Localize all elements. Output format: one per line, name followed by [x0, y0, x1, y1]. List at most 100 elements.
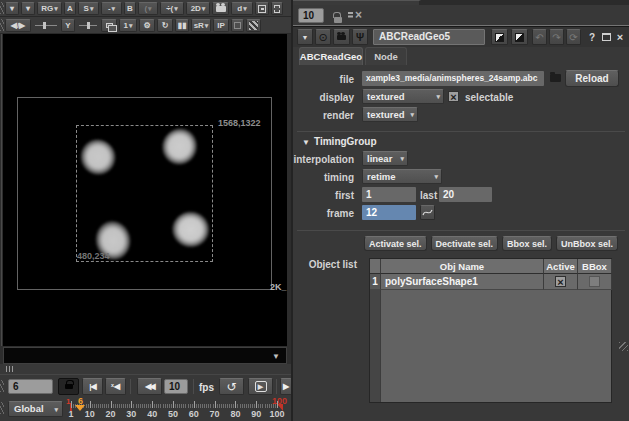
step-back-button[interactable]: ◀◀: [137, 378, 162, 395]
buffer-a-mode-dropdown[interactable]: S▾: [78, 2, 99, 15]
clear-panels-icon[interactable]: ×: [355, 8, 362, 22]
first-frame-input[interactable]: 1: [362, 187, 416, 202]
dropdown-icon[interactable]: ▾: [21, 2, 35, 15]
activate-sel-button[interactable]: Activate sel.: [364, 236, 427, 251]
mask-toggle-icon[interactable]: [231, 19, 244, 32]
bbox-checkbox[interactable]: [589, 276, 600, 287]
downrez-dropdown[interactable]: d▾: [231, 2, 253, 15]
table-row[interactable]: 1polySurfaceShape1 ×: [370, 274, 611, 290]
buffer-a-button[interactable]: A: [64, 2, 76, 15]
wipe-mode-dropdown[interactable]: -▾: [101, 2, 122, 15]
object-table-header-active[interactable]: Active: [544, 259, 578, 274]
chevron-down-icon: ▾: [434, 173, 438, 180]
gain-mode-dropdown[interactable]: ÷(▾: [160, 2, 184, 15]
viewer-canvas[interactable]: 1568,1322 480,234 2K_: [3, 34, 287, 346]
max-panels-input[interactable]: 10: [298, 8, 324, 23]
gamma-button[interactable]: Y: [61, 19, 75, 32]
object-name-cell[interactable]: polySurfaceShape1: [381, 274, 544, 290]
unlock-icon[interactable]: [333, 10, 345, 23]
timeline-tick-label: 50: [168, 409, 178, 419]
view-2d-dropdown[interactable]: 2D▾: [186, 2, 210, 15]
dropdown-icon[interactable]: ▾: [5, 2, 19, 15]
redo-button[interactable]: ↷: [549, 29, 564, 45]
close-panel-button[interactable]: ×: [614, 29, 626, 45]
group-collapse-icon[interactable]: ▼: [302, 138, 310, 147]
pane-splitter-handle[interactable]: [0, 2, 4, 14]
file-path-input[interactable]: xample3_media/animspheres_24samp.abc: [362, 71, 544, 86]
reload-button[interactable]: Reload: [565, 70, 619, 87]
float-panel-button[interactable]: [600, 29, 612, 45]
playhead-marker[interactable]: [75, 405, 85, 411]
roi-icon[interactable]: [271, 2, 283, 15]
collapsed-info-strip[interactable]: ▼: [3, 347, 287, 364]
active-checkbox[interactable]: ×: [555, 276, 566, 287]
fit-viewer-icon[interactable]: [255, 2, 269, 15]
frame-increment-input[interactable]: 10: [164, 379, 188, 394]
object-table-header-obj-name[interactable]: Obj Name: [381, 259, 544, 274]
object-table-header-index[interactable]: [370, 259, 381, 274]
browse-file-button[interactable]: [550, 72, 562, 83]
dectivate-sel-button[interactable]: Dectivate sel.: [431, 236, 499, 251]
unbbox-sel-button[interactable]: UnBbox sel.: [556, 236, 618, 251]
input-process-button[interactable]: IP: [213, 19, 229, 32]
row-index-cell[interactable]: 1: [370, 274, 381, 290]
render-camera-icon[interactable]: [212, 2, 229, 15]
timeline-tick-label: 100: [270, 409, 285, 419]
bbox-cell[interactable]: [578, 274, 612, 290]
buffer-b-mode-dropdown[interactable]: (▾: [138, 2, 158, 15]
timeline-ruler[interactable]: 1 6 100 1102030405060708090100: [0, 397, 291, 421]
gain-slider[interactable]: [33, 19, 59, 32]
gear-icon[interactable]: ⚙: [139, 19, 155, 32]
gamma-slider[interactable]: [77, 19, 99, 32]
pause-icon[interactable]: ▮▮: [175, 19, 189, 32]
bbox-sel-button[interactable]: Bbox sel.: [502, 236, 552, 251]
pane-splitter-handle[interactable]: [0, 19, 4, 31]
render-dropdown[interactable]: textured▾: [362, 107, 418, 122]
tab-abcreadgeo[interactable]: ABCReadGeo: [299, 47, 363, 65]
timeline-tick-label: 90: [251, 409, 261, 419]
frame-input-selected[interactable]: 12: [362, 205, 416, 220]
viewer-lut-dropdown[interactable]: sR▾: [191, 19, 211, 32]
render-camera-button[interactable]: [333, 29, 350, 45]
revert-button[interactable]: ⟳: [566, 29, 581, 45]
lock-range-button[interactable]: [58, 378, 79, 395]
channels-dropdown[interactable]: RG▾: [37, 2, 62, 15]
animation-curve-button[interactable]: [420, 205, 435, 220]
previous-keyframe-button[interactable]: ˣ◀: [105, 378, 126, 395]
timing-dropdown[interactable]: retime▾: [362, 169, 442, 184]
overlay-toggle-icon[interactable]: [101, 19, 117, 32]
play-button[interactable]: ▶: [248, 378, 273, 395]
minimize-panel-button[interactable]: ▼: [297, 29, 313, 45]
lighting-button[interactable]: Ψ: [352, 29, 368, 45]
node-name-input[interactable]: ABCReadGeo5: [373, 29, 485, 45]
selectable-checkbox[interactable]: ×: [448, 91, 459, 102]
proxy-stripes-icon[interactable]: [246, 19, 261, 32]
display-dropdown[interactable]: textured▾: [362, 89, 444, 104]
drag-handle-icon[interactable]: [6, 366, 13, 372]
active-cell[interactable]: ×: [544, 274, 578, 290]
text-color-button[interactable]: [511, 29, 528, 45]
node-color-button[interactable]: [491, 29, 508, 45]
viewer-toolbar-second: ◀/▶ Y 1▾⚙↻▮▮sR▾IP: [0, 17, 291, 34]
goto-start-button[interactable]: |◀: [82, 378, 103, 395]
loop-mode-button[interactable]: ↺: [219, 378, 244, 395]
chevron-down-icon[interactable]: ▼: [272, 352, 280, 361]
tab-node[interactable]: Node: [365, 47, 407, 65]
interpolation-dropdown[interactable]: linear▾: [362, 151, 408, 166]
buffer-b-button[interactable]: B: [124, 2, 136, 15]
last-frame-input[interactable]: 20: [439, 187, 492, 202]
undo-button[interactable]: ↶: [532, 29, 547, 45]
current-frame-input[interactable]: 6: [8, 379, 53, 394]
prev-next-frame-button[interactable]: ◀/▶: [5, 19, 31, 32]
zoom-level-dropdown[interactable]: 1▾: [119, 19, 137, 32]
refresh-icon[interactable]: ↻: [157, 19, 173, 32]
resize-grip-icon[interactable]: [619, 342, 628, 351]
help-button[interactable]: ?: [586, 29, 598, 45]
properties-tab-stub[interactable]: [293, 0, 421, 5]
pane-splitter-handle[interactable]: [0, 380, 4, 392]
camera-icon: [337, 35, 346, 40]
center-node-button[interactable]: ⊙: [315, 29, 331, 45]
object-table-header-bbox[interactable]: BBox: [578, 259, 612, 274]
timeline-tick-label: 80: [230, 409, 240, 419]
object-list-table: Obj NameActiveBBox 1polySurfaceShape1 ×: [369, 258, 612, 403]
